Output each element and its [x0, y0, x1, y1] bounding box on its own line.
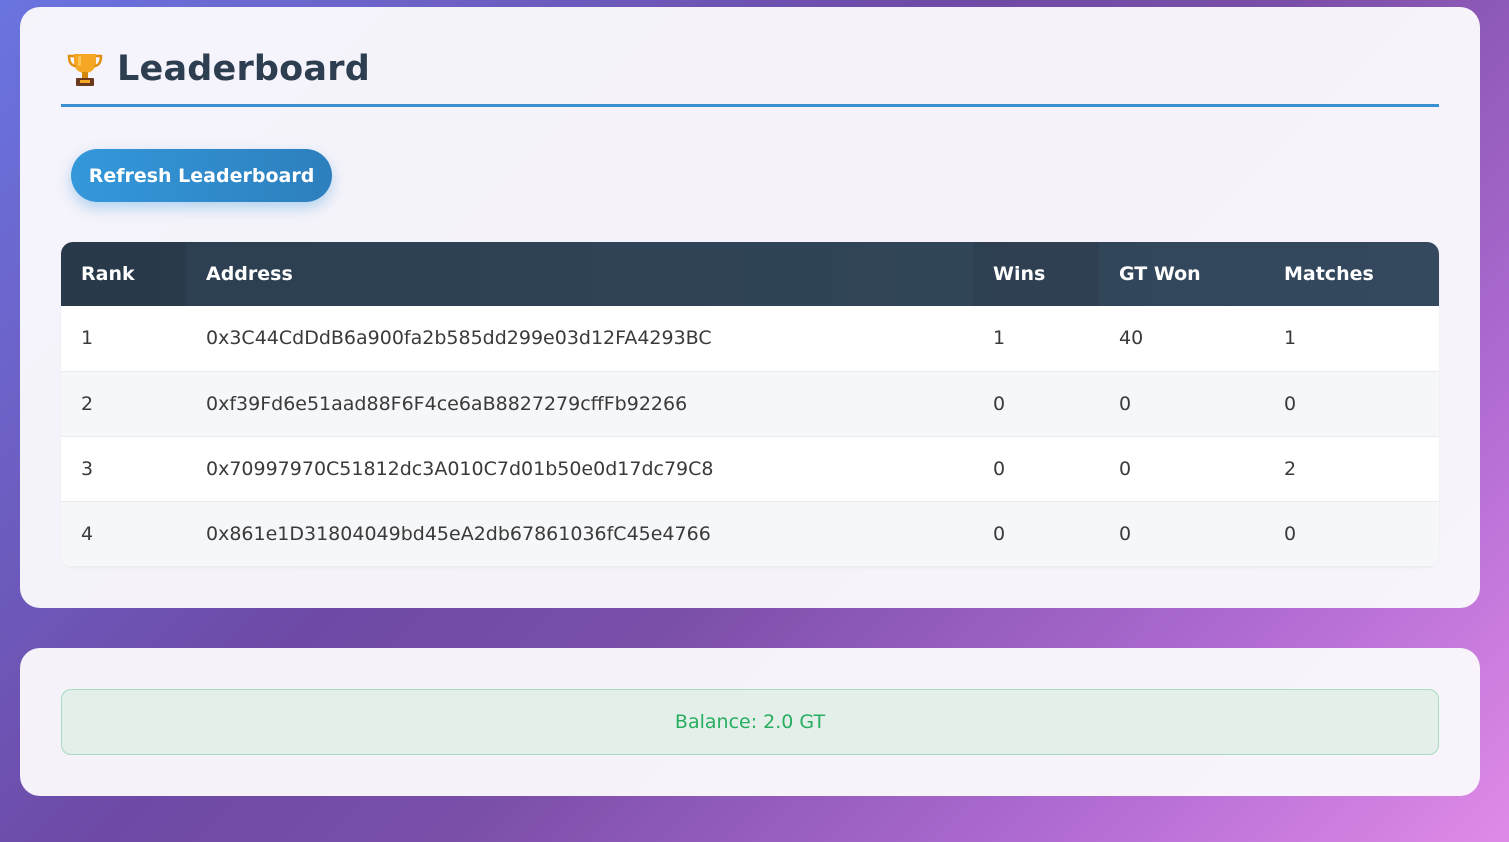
address-cell: 0x861e1D31804049bd45eA2db67861036fC45e47… [206, 522, 711, 545]
table-row: 4 0x861e1D31804049bd45eA2db67861036fC45e… [61, 501, 1439, 566]
address-cell: 0xf39Fd6e51aad88F6F4ce6aB8827279cffFb922… [206, 392, 688, 415]
matches-cell: 0 [1284, 522, 1297, 545]
trophy-icon [67, 50, 103, 88]
gt-won-cell: 0 [1119, 392, 1132, 415]
matches-cell: 1 [1284, 327, 1297, 350]
gt-won-cell: 0 [1119, 522, 1132, 545]
table-header-row: Rank Address Wins GT Won Matches [61, 242, 1439, 306]
leaderboard-table: Rank Address Wins GT Won Matches 1 0x3C4… [61, 242, 1439, 567]
rank-cell: 1 [81, 327, 94, 350]
wins-cell: 0 [993, 392, 1006, 415]
wins-cell: 0 [993, 457, 1006, 480]
rank-cell: 3 [81, 457, 94, 480]
gt-won-cell: 0 [1119, 457, 1132, 480]
address-cell: 0x70997970C51812dc3A010C7d01b50e0d17dc79… [206, 457, 714, 480]
wins-cell: 0 [993, 522, 1006, 545]
rank-cell: 2 [81, 392, 94, 415]
rank-cell: 4 [81, 522, 94, 545]
gt-won-cell: 40 [1119, 327, 1144, 350]
matches-cell: 2 [1284, 457, 1297, 480]
table-row: 1 0x3C44CdDdB6a900fa2b585dd299e03d12FA42… [61, 306, 1439, 371]
balance-card: Balance: 2.0 GT [20, 648, 1480, 796]
refresh-leaderboard-button[interactable]: Refresh Leaderboard [71, 149, 332, 202]
balance-status: Balance: 2.0 GT [61, 689, 1439, 755]
page-title: Leaderboard [117, 48, 370, 89]
table-row: 2 0xf39Fd6e51aad88F6F4ce6aB8827279cffFb9… [61, 371, 1439, 436]
column-header-rank[interactable]: Rank [61, 242, 186, 306]
wins-cell: 1 [993, 327, 1006, 350]
column-header-wins[interactable]: Wins [973, 242, 1099, 306]
column-header-matches[interactable]: Matches [1264, 242, 1439, 306]
balance-text: Balance: 2.0 GT [674, 711, 826, 733]
column-header-gt-won[interactable]: GT Won [1099, 242, 1264, 306]
matches-cell: 0 [1284, 392, 1297, 415]
leaderboard-header: Leaderboard [61, 7, 1439, 107]
table-row: 3 0x70997970C51812dc3A010C7d01b50e0d17dc… [61, 436, 1439, 501]
address-cell: 0x3C44CdDdB6a900fa2b585dd299e03d12FA4293… [206, 327, 712, 350]
column-header-address[interactable]: Address [186, 242, 973, 306]
